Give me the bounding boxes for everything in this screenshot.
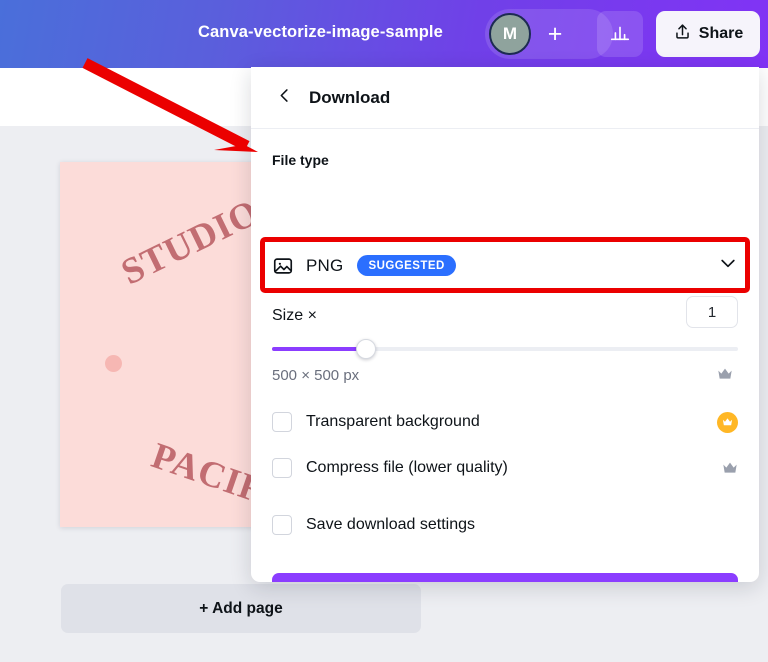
analytics-button[interactable] [597,11,643,57]
checkbox[interactable] [272,458,292,478]
download-button[interactable]: Download [272,573,738,582]
crown-icon [722,461,738,475]
size-input[interactable]: 1 [686,296,738,328]
checkbox[interactable] [272,412,292,432]
share-label: Share [698,25,744,42]
upload-icon [673,22,692,46]
back-button[interactable] [267,81,301,115]
crown-icon-size [717,367,733,386]
crown-icon-pro [717,411,738,433]
download-panel: Download File type PNG SUGGESTED Size × … [251,67,759,582]
pro-badge-transparent [717,411,738,433]
collaborators-group: M + [485,9,613,59]
size-slider[interactable] [272,339,738,359]
design-decorative-dot [105,355,122,372]
chevron-left-icon [275,86,294,110]
avatar[interactable]: M [489,13,531,55]
option-transparent-background[interactable]: Transparent background [272,410,738,434]
option-label: Transparent background [306,413,480,430]
option-compress-file[interactable]: Compress file (lower quality) [272,456,738,480]
option-save-download-settings[interactable]: Save download settings [272,513,738,537]
add-page-button[interactable]: + Add page [61,584,421,633]
document-title: Canva-vectorize-image-sample [198,23,443,41]
panel-title: Download [309,87,391,107]
slider-thumb[interactable] [356,339,376,359]
bar-chart-icon [609,21,631,48]
slider-fill [272,347,365,351]
option-label: Compress file (lower quality) [306,459,508,476]
size-dimensions-label: 500 × 500 px [272,367,360,384]
size-label: Size × [272,307,317,324]
share-button[interactable]: Share [656,11,760,57]
download-panel-header: Download [251,67,759,129]
file-type-select[interactable]: PNG SUGGESTED [272,249,738,282]
top-header-bar: Canva-vectorize-image-sample M + Share [0,0,768,68]
option-label: Save download settings [306,516,475,533]
add-collaborator-button[interactable]: + [535,13,575,55]
checkbox[interactable] [272,515,292,535]
file-type-value: PNG [306,255,344,275]
file-type-label: File type [272,152,329,168]
suggested-badge: SUGGESTED [357,255,456,276]
image-icon [272,255,294,277]
chevron-down-icon[interactable] [718,253,738,278]
app-root: Canva-vectorize-image-sample M + Share S… [0,0,768,662]
